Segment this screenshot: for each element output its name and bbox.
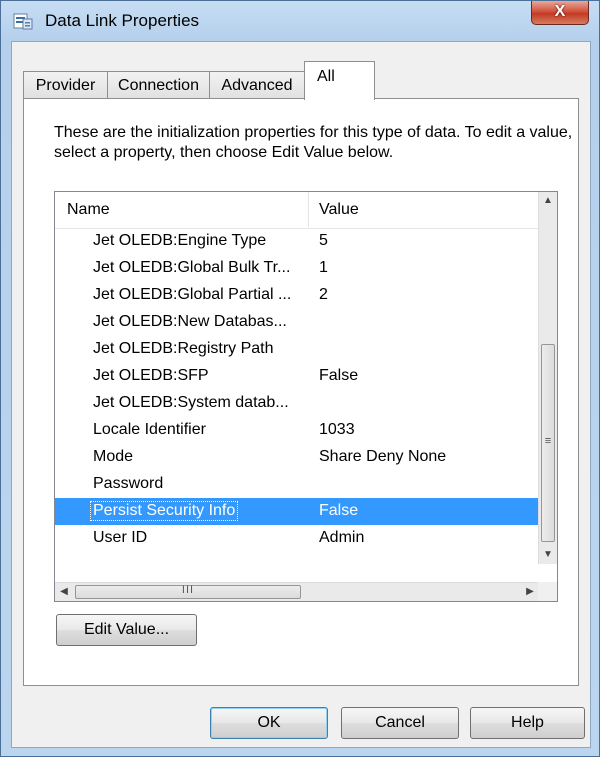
tab-all[interactable]: All [304,61,375,100]
scroll-left-arrow-icon[interactable]: ◀ [55,583,73,601]
edit-value-button[interactable]: Edit Value... [56,614,197,646]
property-name: Password [93,475,164,492]
scroll-up-arrow-icon[interactable]: ▲ [539,192,557,210]
column-header-value[interactable]: Value [319,201,359,219]
table-row[interactable]: Jet OLEDB:Global Bulk Tr... 1 [55,255,539,282]
ok-button[interactable]: OK [210,707,328,739]
property-value: False [319,367,359,384]
tab-provider[interactable]: Provider [23,71,108,99]
scroll-right-arrow-icon[interactable]: ▶ [521,583,539,601]
grip-icon: III [181,584,195,596]
help-button[interactable]: Help [470,707,585,739]
table-row[interactable]: Jet OLEDB:Registry Path [55,336,539,363]
table-row[interactable]: Jet OLEDB:New Databas... [55,309,539,336]
property-name: Jet OLEDB:Engine Type [93,232,267,249]
property-value: Admin [319,529,365,546]
property-name: Jet OLEDB:Registry Path [93,340,274,357]
property-value: 1033 [319,421,355,438]
property-value: 1 [319,259,328,276]
table-row[interactable]: Mode Share Deny None [55,444,539,471]
scrollbar-corner [538,582,557,601]
column-header-name[interactable]: Name [67,201,110,219]
grip-icon: ≡ [544,435,552,447]
panel-description: These are the initialization properties … [54,124,573,161]
title-bar[interactable]: Data Link Properties X [1,1,599,41]
cancel-button[interactable]: Cancel [341,707,459,739]
window-title: Data Link Properties [45,11,200,30]
column-divider[interactable] [308,192,309,227]
property-value: 2 [319,286,328,303]
close-icon: X [554,3,566,20]
dialog-window: Data Link Properties X Provider Connecti… [0,0,600,757]
property-value: Share Deny None [319,448,447,465]
property-name: Jet OLEDB:New Databas... [93,313,287,330]
close-button[interactable]: X [531,1,589,25]
table-row[interactable]: Jet OLEDB:System datab... [55,390,539,417]
table-row[interactable]: Jet OLEDB:Global Partial ... 2 [55,282,539,309]
vertical-scroll-thumb[interactable]: ≡ [541,344,555,542]
tab-connection[interactable]: Connection [107,71,210,99]
table-row[interactable]: Jet OLEDB:SFP False [55,363,539,390]
property-name: Jet OLEDB:Global Bulk Tr... [93,259,291,276]
horizontal-scroll-thumb[interactable]: III [75,584,301,599]
table-row-selected[interactable]: Persist Security Info False [55,498,539,525]
property-name: Jet OLEDB:SFP [93,367,209,384]
horizontal-scrollbar[interactable]: ◀ III ▶ [55,582,539,601]
table-row[interactable]: Jet OLEDB:Engine Type 5 [55,228,539,255]
property-value: False [319,502,359,519]
property-name: Persist Security Info [89,501,239,521]
property-name: Jet OLEDB:Global Partial ... [93,286,292,303]
table-row[interactable]: Password [55,471,539,498]
properties-list[interactable]: Name Value Jet OLEDB:Engine Type 5 Jet O… [54,191,558,602]
property-name: Jet OLEDB:System datab... [93,394,289,411]
table-row[interactable]: Locale Identifier 1033 [55,417,539,444]
vertical-scrollbar[interactable]: ▲ ≡ ▼ [538,192,557,564]
property-name: Locale Identifier [93,421,206,438]
data-link-icon [13,13,33,30]
property-value: 5 [319,232,328,249]
scroll-down-arrow-icon[interactable]: ▼ [539,546,557,564]
list-header: Name Value [55,192,539,229]
property-name: Mode [93,448,134,465]
tab-advanced[interactable]: Advanced [209,71,305,99]
property-name: User ID [93,529,148,546]
table-row[interactable]: User ID Admin [55,525,539,552]
tab-panel-all: These are the initialization properties … [23,98,579,686]
